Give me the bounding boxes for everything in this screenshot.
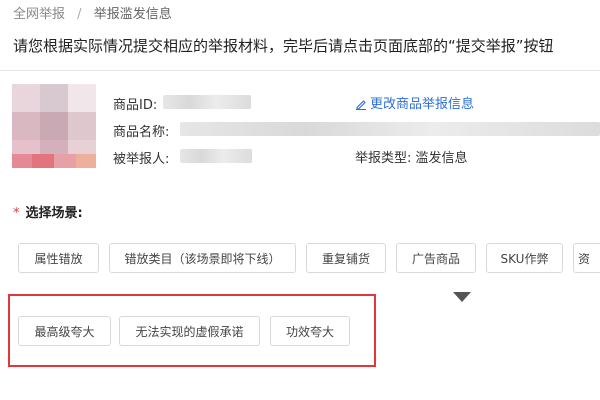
- scene-option-truncated[interactable]: 资: [573, 243, 600, 273]
- product-name-value-redacted: [180, 122, 600, 136]
- product-id-label: 商品ID:: [113, 98, 158, 113]
- product-id-value-redacted: [163, 95, 251, 109]
- instruction-text: 请您根据实际情况提交相应的举报材料，完毕后请点击页面底部的“提交举报”按钮: [13, 37, 554, 55]
- scene-option-duplicate-listing[interactable]: 重复铺货: [306, 243, 386, 273]
- breadcrumb-current: 举报滥发信息: [93, 7, 172, 22]
- scene-title-text: 选择场景:: [25, 206, 83, 221]
- product-thumbnail: [12, 84, 96, 168]
- scene-option-efficacy-exaggeration[interactable]: 功效夸大: [270, 316, 350, 346]
- expand-caret-icon: [453, 292, 471, 302]
- scene-option-superlative-exaggeration[interactable]: 最高级夸大: [18, 316, 111, 346]
- reported-party-value-redacted: [180, 149, 252, 163]
- scene-option-ad-product[interactable]: 广告商品: [396, 243, 476, 273]
- report-type-value: 滥发信息: [415, 151, 468, 166]
- breadcrumb: 全网举报 / 举报滥发信息: [13, 3, 172, 22]
- breadcrumb-root[interactable]: 全网举报: [13, 7, 65, 22]
- scene-section-title: * 选择场景:: [13, 202, 83, 221]
- header-divider: [0, 70, 600, 71]
- reported-party-label: 被举报人:: [113, 152, 170, 167]
- product-name-label: 商品名称:: [113, 125, 170, 140]
- pencil-icon: [356, 100, 366, 110]
- edit-product-report-link[interactable]: 更改商品举报信息: [355, 93, 474, 112]
- edit-product-report-label: 更改商品举报信息: [370, 97, 475, 112]
- report-type: 举报类型: 滥发信息: [355, 147, 468, 166]
- required-mark: *: [13, 206, 20, 221]
- scene-option-false-promise[interactable]: 无法实现的虚假承诺: [119, 316, 260, 346]
- breadcrumb-separator: /: [77, 7, 82, 22]
- scene-option-category-misplaced[interactable]: 错放类目（该场景即将下线）: [109, 243, 296, 273]
- scene-option-sku-fraud[interactable]: SKU作弊: [486, 243, 563, 273]
- report-type-label: 举报类型:: [355, 151, 412, 166]
- scene-option-attribute-misplaced[interactable]: 属性错放: [18, 243, 99, 273]
